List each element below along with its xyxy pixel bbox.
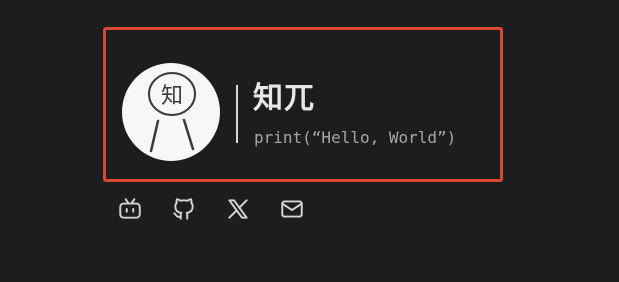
bilibili-link[interactable] (117, 196, 143, 222)
avatar-glyph: 知 (161, 84, 183, 109)
x-link[interactable] (225, 196, 251, 222)
divider (236, 85, 238, 143)
stick-figure-drawing: 知 (148, 72, 196, 153)
email-link[interactable] (279, 196, 305, 222)
x-icon (228, 199, 248, 219)
mail-icon (281, 200, 303, 218)
github-link[interactable] (171, 196, 197, 222)
profile-card: 知 知兀 print(“Hello, World”) (103, 27, 503, 182)
profile-tagline: print(“Hello, World”) (254, 128, 457, 147)
bilibili-icon (119, 198, 141, 219)
profile-name: 知兀 (253, 81, 315, 116)
social-links (117, 196, 305, 222)
github-icon (173, 198, 194, 220)
avatar[interactable]: 知 (122, 63, 220, 161)
